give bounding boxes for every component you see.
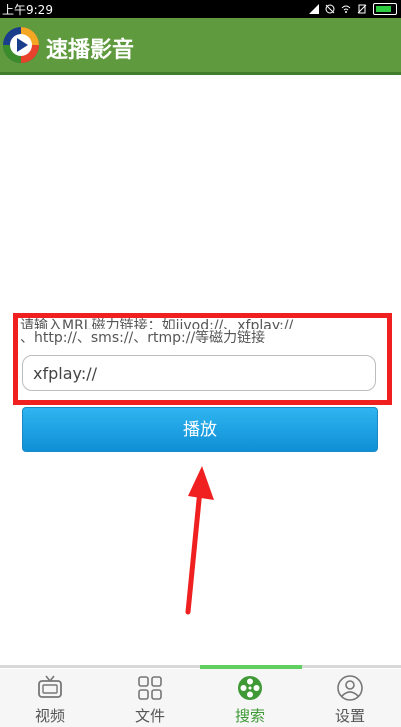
status-bar: 上午9:29 [0,0,401,18]
signal-icon [309,4,319,14]
tab-video-label: 视频 [34,707,65,725]
status-time: 上午9:29 [2,3,53,17]
play-button[interactable]: 播放 [22,407,378,452]
wifi-icon [341,5,351,13]
tab-files[interactable]: 文件 [100,669,200,727]
mrl-input[interactable] [22,355,376,391]
appbar-divider [0,72,401,75]
app-logo-icon [3,27,39,63]
annotation-arrow-icon [185,466,214,615]
hint-line-2: 、http://、sms://、rtmp://等磁力链接 [20,330,266,346]
tab-settings-label: 设置 [334,707,365,725]
battery-icon [373,3,397,15]
tv-icon [38,675,62,698]
tab-settings[interactable]: 设置 [300,669,400,727]
status-icons [309,3,397,15]
grid-icon [138,676,162,700]
app-bar: 速播影音 [0,18,401,72]
tab-files-label: 文件 [134,707,165,725]
alarm-off-icon [325,4,335,14]
app-title: 速播影音 [46,38,135,63]
no-sim-icon [357,4,367,14]
hint-line-1: 请输入MRL磁力链接：如jjvod://、xfplay:// [20,318,294,329]
input-hint: 请输入MRL磁力链接：如jjvod://、xfplay:// 、http://、… [20,317,380,347]
film-reel-icon [238,676,262,700]
tab-search[interactable]: 搜索 [200,669,300,727]
bottom-tab-bar: 视频 文件 搜索 设置 [0,669,401,727]
tab-search-label: 搜索 [234,707,265,725]
tab-video[interactable]: 视频 [0,669,100,727]
user-icon [337,675,363,701]
